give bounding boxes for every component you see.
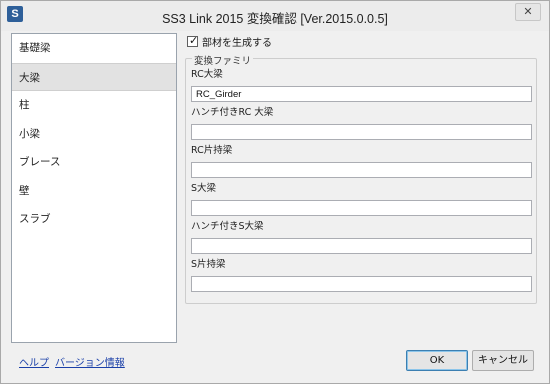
cancel-button[interactable]: キャンセル xyxy=(472,350,534,371)
generate-member-option[interactable]: ✓ 部材を生成する xyxy=(187,33,272,49)
list-item-column[interactable]: 柱 xyxy=(12,91,176,120)
field-label: S大梁 xyxy=(191,183,217,194)
field-rc-girder: RC大梁 RC_Girder xyxy=(191,69,532,102)
family-group-legend: 変換ファミリ xyxy=(192,53,254,67)
member-type-list[interactable]: 基礎梁 大梁 柱 小梁 ブレース 壁 スラブ xyxy=(11,33,177,343)
field-label: RC大梁 xyxy=(191,69,223,80)
field-label: S片持梁 xyxy=(191,259,226,270)
rc-girder-input[interactable]: RC_Girder xyxy=(191,86,532,102)
field-label: ハンチ付きRC 大梁 xyxy=(191,107,274,118)
list-item-foundation-beam[interactable]: 基礎梁 xyxy=(12,34,176,63)
generate-member-checkbox[interactable]: ✓ xyxy=(187,33,199,47)
field-s-girder: S大梁 xyxy=(191,183,532,216)
list-item-wall[interactable]: 壁 xyxy=(12,177,176,206)
help-link[interactable]: ヘルプ xyxy=(19,354,49,369)
haunched-rc-girder-input[interactable] xyxy=(191,124,532,140)
s-girder-input[interactable] xyxy=(191,200,532,216)
field-haunched-s-girder: ハンチ付きS大梁 xyxy=(191,221,532,254)
ok-button[interactable]: OK xyxy=(406,350,468,371)
list-item-small-beam[interactable]: 小梁 xyxy=(12,120,176,149)
close-button[interactable]: ✕ xyxy=(515,3,541,21)
version-info-link[interactable]: バージョン情報 xyxy=(55,354,125,369)
generate-member-label: 部材を生成する xyxy=(202,37,272,49)
field-s-cantilever: S片持梁 xyxy=(191,259,532,292)
checkmark-icon: ✓ xyxy=(189,33,199,47)
list-item-slab[interactable]: スラブ xyxy=(12,205,176,234)
rc-cantilever-input[interactable] xyxy=(191,162,532,178)
title-bar[interactable]: S SS3 Link 2015 変換確認 [Ver.2015.0.0.5] ✕ xyxy=(1,1,549,31)
dialog-window: S SS3 Link 2015 変換確認 [Ver.2015.0.0.5] ✕ … xyxy=(0,0,550,384)
family-group: 変換ファミリ RC大梁 RC_Girder ハンチ付きRC 大梁 RC片持梁 S… xyxy=(185,53,537,304)
list-item-brace[interactable]: ブレース xyxy=(12,148,176,177)
close-icon: ✕ xyxy=(523,5,533,18)
s-cantilever-input[interactable] xyxy=(191,276,532,292)
haunched-s-girder-input[interactable] xyxy=(191,238,532,254)
field-label: ハンチ付きS大梁 xyxy=(191,221,264,232)
field-rc-cantilever: RC片持梁 xyxy=(191,145,532,178)
field-label: RC片持梁 xyxy=(191,145,233,156)
window-title: SS3 Link 2015 変換確認 [Ver.2015.0.0.5] xyxy=(162,12,388,26)
list-item-girder[interactable]: 大梁 xyxy=(12,62,176,91)
field-haunched-rc-girder: ハンチ付きRC 大梁 xyxy=(191,107,532,140)
